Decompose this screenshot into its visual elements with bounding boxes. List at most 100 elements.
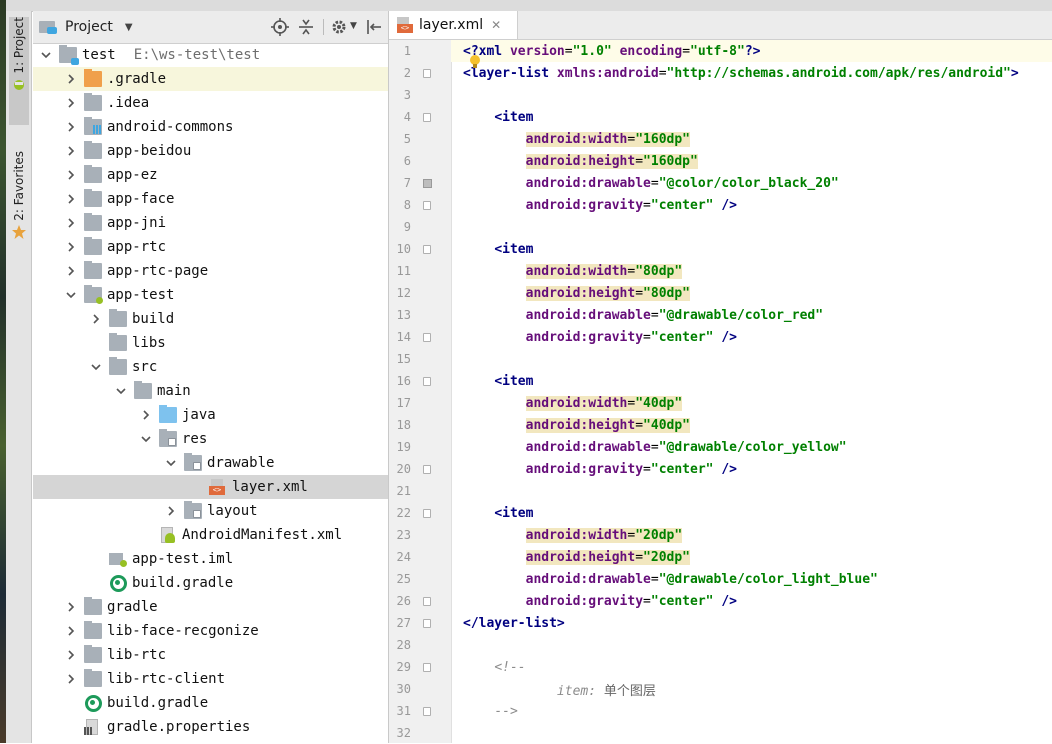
line-number: 4 bbox=[403, 110, 411, 124]
chevron-right-icon[interactable] bbox=[64, 624, 78, 638]
tab-project-toolwindow[interactable]: 1: Project bbox=[9, 17, 29, 125]
hide-panel-icon[interactable] bbox=[365, 18, 383, 40]
fold-marker-icon[interactable] bbox=[423, 68, 431, 78]
chevron-down-icon[interactable] bbox=[89, 360, 103, 374]
module-icon bbox=[59, 45, 79, 65]
chevron-down-icon[interactable] bbox=[64, 288, 78, 302]
code-line: android:height="40dp" bbox=[525, 417, 691, 433]
folder-icon bbox=[84, 69, 102, 87]
tree-item[interactable]: layout bbox=[33, 499, 388, 523]
tree-item[interactable]: main bbox=[33, 379, 388, 403]
chevron-right-icon[interactable] bbox=[139, 408, 153, 422]
chevron-right-icon[interactable] bbox=[64, 96, 78, 110]
tree-item[interactable]: android-commons bbox=[33, 115, 388, 139]
resource-folder-icon bbox=[184, 501, 202, 519]
tree-item[interactable]: java bbox=[33, 403, 388, 427]
tab-project-label: 1: Project bbox=[12, 17, 26, 74]
fold-marker-icon[interactable] bbox=[423, 244, 431, 254]
project-view-icon bbox=[37, 19, 59, 35]
gear-icon[interactable] bbox=[330, 18, 348, 40]
line-number: 6 bbox=[403, 154, 411, 168]
collapse-all-icon[interactable] bbox=[297, 18, 315, 40]
chevron-right-icon[interactable] bbox=[64, 192, 78, 206]
chevron-down-icon[interactable] bbox=[114, 384, 128, 398]
tree-item[interactable]: lib-face-recgonize bbox=[33, 619, 388, 643]
tree-item[interactable]: app-rtc bbox=[33, 235, 388, 259]
tree-item[interactable]: libs bbox=[33, 331, 388, 355]
chevron-right-icon[interactable] bbox=[64, 600, 78, 614]
chevron-right-icon[interactable] bbox=[64, 240, 78, 254]
fold-marker-icon[interactable] bbox=[423, 200, 431, 210]
chevron-right-icon[interactable] bbox=[64, 216, 78, 230]
tree-item[interactable]: lib-rtc-client bbox=[33, 667, 388, 691]
fold-marker-icon[interactable] bbox=[423, 508, 431, 518]
tree-item[interactable]: build.gradle bbox=[33, 571, 388, 595]
chevron-right-icon[interactable] bbox=[64, 72, 78, 86]
tree-item[interactable]: drawable bbox=[33, 451, 388, 475]
tree-item[interactable]: AndroidManifest.xml bbox=[33, 523, 388, 547]
color-swatch-icon[interactable] bbox=[423, 178, 432, 188]
chevron-right-icon[interactable] bbox=[64, 648, 78, 662]
code-line: android:gravity="center" /> bbox=[525, 461, 737, 477]
fold-marker-icon[interactable] bbox=[423, 596, 431, 606]
fold-marker-icon[interactable] bbox=[423, 464, 431, 474]
chevron-down-icon[interactable]: ▼ bbox=[350, 21, 357, 31]
tree-item[interactable]: app-face bbox=[33, 187, 388, 211]
tree-item-label: app-rtc bbox=[107, 239, 167, 255]
tree-item[interactable]: gradle bbox=[33, 595, 388, 619]
manifest-file-icon bbox=[159, 527, 177, 543]
tree-item-label: .idea bbox=[107, 95, 150, 111]
line-number: 19 bbox=[396, 440, 411, 454]
properties-file-icon bbox=[84, 719, 102, 735]
fold-marker-icon[interactable] bbox=[423, 112, 431, 122]
tree-item[interactable]: app-jni bbox=[33, 211, 388, 235]
tab-favorites-toolwindow[interactable]: 2: Favorites bbox=[9, 151, 29, 277]
locate-icon[interactable] bbox=[271, 18, 289, 40]
close-icon[interactable]: ✕ bbox=[491, 18, 501, 32]
chevron-down-icon[interactable] bbox=[164, 456, 178, 470]
tree-item[interactable]: app-beidou bbox=[33, 139, 388, 163]
tree-item[interactable]: <> layer.xml bbox=[33, 475, 388, 499]
project-panel: Project ▼ ▼ test E:\ws-test\test .gradle .i… bbox=[33, 11, 389, 743]
lightbulb-icon[interactable] bbox=[469, 55, 481, 69]
fold-marker-icon[interactable] bbox=[423, 618, 431, 628]
tree-item[interactable]: app-test bbox=[33, 283, 388, 307]
gutter-line: 20 bbox=[389, 458, 451, 480]
tree-item[interactable]: app-rtc-page bbox=[33, 259, 388, 283]
tree-item[interactable]: .gradle bbox=[33, 67, 388, 91]
tab-layer-xml[interactable]: <> layer.xml ✕ bbox=[389, 11, 518, 39]
fold-marker-icon[interactable] bbox=[423, 662, 431, 672]
tree-item[interactable]: lib-rtc bbox=[33, 643, 388, 667]
tree-item-label: AndroidManifest.xml bbox=[182, 527, 343, 543]
tree-item[interactable]: build bbox=[33, 307, 388, 331]
chevron-down-icon[interactable] bbox=[139, 432, 153, 446]
project-panel-title[interactable]: Project bbox=[65, 19, 113, 35]
chevron-right-icon[interactable] bbox=[64, 672, 78, 686]
chevron-right-icon[interactable] bbox=[64, 144, 78, 158]
fold-marker-icon[interactable] bbox=[423, 706, 431, 716]
line-number: 32 bbox=[396, 726, 411, 740]
tree-item[interactable]: src bbox=[33, 355, 388, 379]
tree-item-label: main bbox=[157, 383, 191, 399]
chevron-right-icon[interactable] bbox=[64, 168, 78, 182]
chevron-right-icon[interactable] bbox=[89, 312, 103, 326]
fold-marker-icon[interactable] bbox=[423, 376, 431, 386]
tree-item[interactable]: build.gradle bbox=[33, 691, 388, 715]
tree-item[interactable]: app-test.iml bbox=[33, 547, 388, 571]
tree-item[interactable]: app-ez bbox=[33, 163, 388, 187]
code-area[interactable]: <?xml version="1.0" encoding="utf-8"?> <l… bbox=[451, 40, 1052, 743]
gutter-line: 3 bbox=[389, 84, 451, 106]
gutter-line: 27 bbox=[389, 612, 451, 634]
tree-item[interactable]: .idea bbox=[33, 91, 388, 115]
chevron-right-icon[interactable] bbox=[64, 120, 78, 134]
tree-item-label: gradle bbox=[107, 599, 158, 615]
chevron-down-icon[interactable] bbox=[39, 48, 53, 62]
tree-item[interactable]: res bbox=[33, 427, 388, 451]
tree-item[interactable]: gradle.properties bbox=[33, 715, 388, 739]
chevron-right-icon[interactable] bbox=[164, 504, 178, 518]
tree-item[interactable]: test E:\ws-test\test bbox=[33, 43, 388, 67]
fold-marker-icon[interactable] bbox=[423, 332, 431, 342]
chevron-right-icon[interactable] bbox=[64, 264, 78, 278]
chevron-down-icon[interactable]: ▼ bbox=[125, 22, 133, 33]
